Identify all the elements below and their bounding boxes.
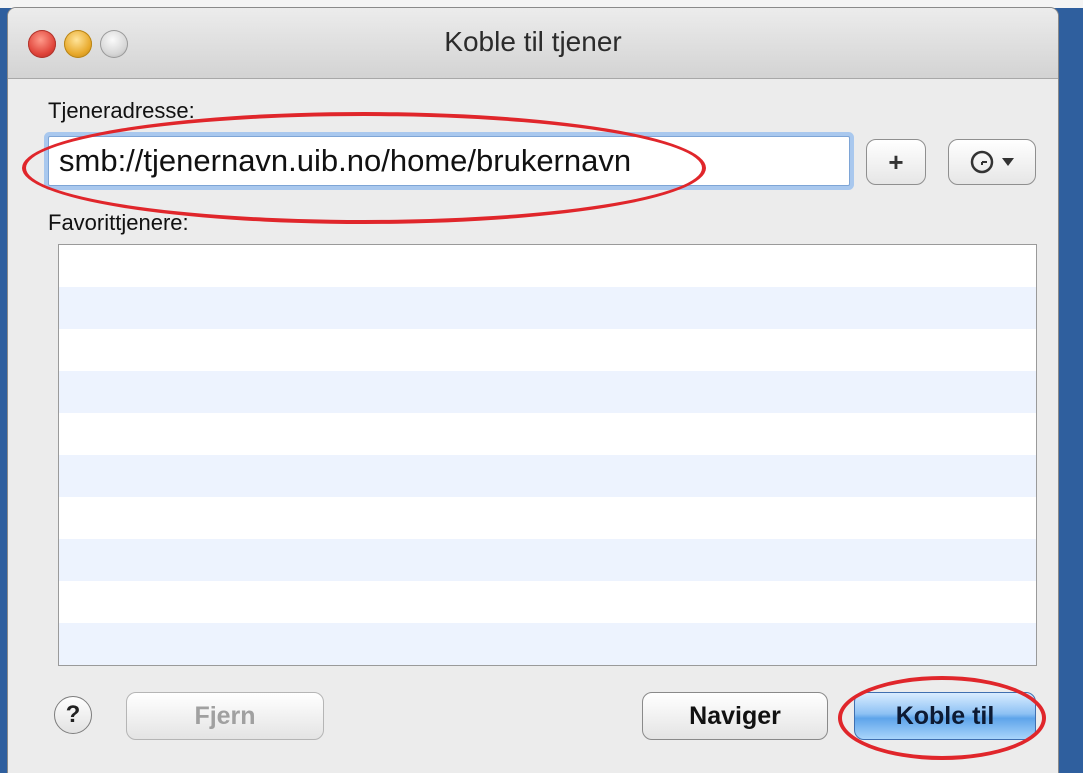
server-address-label: Tjeneradresse:	[48, 98, 195, 123]
list-item[interactable]	[59, 539, 1036, 581]
desktop-background	[0, 0, 1083, 8]
chevron-down-icon	[1002, 158, 1014, 166]
list-item[interactable]	[59, 623, 1036, 665]
list-item[interactable]	[59, 413, 1036, 455]
title-bar[interactable]: Koble til tjener	[8, 8, 1058, 79]
connect-button[interactable]: Koble til	[854, 692, 1036, 740]
browse-button[interactable]: Naviger	[642, 692, 828, 740]
remove-button[interactable]: Fjern	[126, 692, 324, 740]
window-title: Koble til tjener	[444, 26, 622, 57]
list-item[interactable]	[59, 371, 1036, 413]
list-item[interactable]	[59, 581, 1036, 623]
recent-servers-button[interactable]	[948, 139, 1036, 185]
help-button[interactable]: ?	[54, 696, 92, 734]
favorite-servers-label: Favorittjenere:	[48, 210, 189, 235]
server-address-field[interactable]	[48, 136, 850, 186]
connect-to-server-dialog: Koble til tjener Tjeneradresse: + Favori…	[8, 8, 1058, 773]
list-item[interactable]	[59, 455, 1036, 497]
list-item[interactable]	[59, 245, 1036, 287]
list-item[interactable]	[59, 287, 1036, 329]
favorite-servers-list[interactable]	[58, 244, 1037, 666]
plus-icon: +	[888, 146, 904, 177]
list-item[interactable]	[59, 329, 1036, 371]
server-address-input[interactable]	[49, 137, 849, 185]
clock-icon	[970, 150, 994, 174]
list-item[interactable]	[59, 497, 1036, 539]
add-favorite-button[interactable]: +	[866, 139, 926, 185]
